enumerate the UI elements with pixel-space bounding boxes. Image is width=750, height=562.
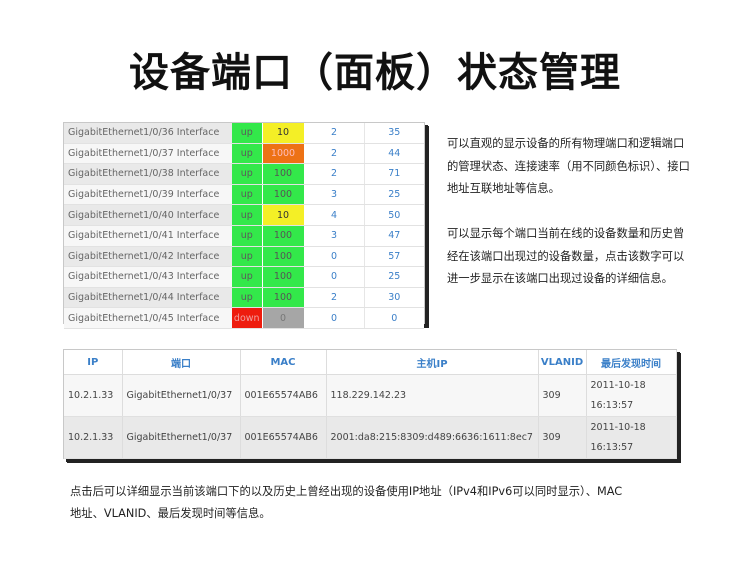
history-device-count-link[interactable]: 35 — [363, 123, 424, 144]
cell-status: up — [232, 287, 263, 309]
cell-status: down — [232, 307, 263, 329]
cell-status: up — [232, 163, 263, 185]
cell-speed: 100 — [262, 184, 305, 206]
port-description: 可以直观的显示设备的所有物理端口和逻辑端口 的管理状态、连接速率（用不同颜色标识… — [447, 133, 727, 201]
current-device-count-link[interactable]: 3 — [303, 184, 364, 206]
cell-interface: GigabitEthernet1/0/43 Interface — [64, 266, 232, 288]
cell-interface: GigabitEthernet1/0/36 Interface — [64, 123, 232, 144]
device-count-description: 可以显示每个端口当前在线的设备数量和历史曾 经在该端口出现过的设备数量，点击该数… — [447, 223, 727, 291]
table-row[interactable]: 10.2.1.33 GigabitEthernet1/0/37 001E6557… — [64, 374, 677, 417]
table-row[interactable]: GigabitEthernet1/0/36 Interface up 10 2 35 — [64, 123, 424, 144]
column-header-mac[interactable]: MAC — [240, 350, 327, 375]
cell-port: GigabitEthernet1/0/37 — [122, 374, 241, 417]
history-device-count-link[interactable]: 50 — [363, 204, 424, 226]
footer-line: 点击后可以详细显示当前该端口下的以及历史上曾经出现的设备使用IP地址（IPv4和… — [70, 485, 623, 498]
current-device-count-link[interactable]: 0 — [303, 266, 364, 288]
cell-status: up — [232, 143, 263, 165]
cell-interface: GigabitEthernet1/0/45 Interface — [64, 307, 232, 329]
current-device-count-link[interactable]: 2 — [303, 143, 364, 165]
port-status-panel: GigabitEthernet1/0/36 Interface up 10 2 35 Gi… — [63, 122, 425, 329]
table-row[interactable]: GigabitEthernet1/0/41 Interface up 100 3 47 — [64, 225, 424, 247]
device-detail-table: IP 端口 MAC 主机IP VLANID 最后发现时间 10.2.1.33 G… — [64, 350, 677, 459]
cell-status: up — [232, 246, 263, 268]
cell-vlanid: 309 — [538, 374, 587, 417]
current-device-count-link[interactable]: 2 — [303, 287, 364, 309]
cell-speed: 1000 — [262, 143, 305, 165]
history-device-count-link[interactable]: 44 — [363, 143, 424, 165]
desc-line: 可以直观的显示设备的所有物理端口和逻辑端口 — [447, 137, 685, 150]
table-row[interactable]: GigabitEthernet1/0/43 Interface up 100 0 25 — [64, 266, 424, 288]
cell-status: up — [232, 225, 263, 247]
column-header-vlanid[interactable]: VLANID — [538, 350, 587, 375]
cell-last-seen: 2011-10-18 16:13:57 — [586, 374, 677, 417]
current-device-count-link[interactable]: 2 — [303, 123, 364, 144]
footer-description: 点击后可以详细显示当前该端口下的以及历史上曾经出现的设备使用IP地址（IPv4和… — [70, 481, 690, 525]
cell-interface: GigabitEthernet1/0/44 Interface — [64, 287, 232, 309]
cell-speed: 100 — [262, 225, 305, 247]
cell-ip: 10.2.1.33 — [64, 374, 123, 417]
history-device-count-link[interactable]: 30 — [363, 287, 424, 309]
cell-ip: 10.2.1.33 — [64, 416, 123, 459]
current-device-count-link[interactable]: 0 — [303, 307, 364, 329]
table-row[interactable]: GigabitEthernet1/0/45 Interface down 0 0 0 — [64, 307, 424, 329]
current-device-count-link[interactable]: 2 — [303, 163, 364, 185]
history-device-count-link[interactable]: 25 — [363, 266, 424, 288]
cell-interface: GigabitEthernet1/0/39 Interface — [64, 184, 232, 206]
cell-status: up — [232, 184, 263, 206]
cell-speed: 100 — [262, 287, 305, 309]
table-row[interactable]: GigabitEthernet1/0/38 Interface up 100 2 71 — [64, 163, 424, 185]
table-row[interactable]: GigabitEthernet1/0/39 Interface up 100 3 25 — [64, 184, 424, 206]
cell-last-seen: 2011-10-18 16:13:57 — [586, 416, 677, 459]
cell-speed: 10 — [262, 123, 305, 144]
history-device-count-link[interactable]: 25 — [363, 184, 424, 206]
desc-line: 进一步显示在该端口出现过设备的详细信息。 — [447, 272, 673, 285]
cell-speed: 100 — [262, 246, 305, 268]
cell-speed: 100 — [262, 266, 305, 288]
desc-line: 的管理状态、连接速率（用不同颜色标识）、接口 — [447, 159, 690, 173]
table-row[interactable]: 10.2.1.33 GigabitEthernet1/0/37 001E6557… — [64, 416, 677, 459]
cell-speed: 100 — [262, 163, 305, 185]
cell-interface: GigabitEthernet1/0/38 Interface — [64, 163, 232, 185]
table-row[interactable]: GigabitEthernet1/0/42 Interface up 100 0 57 — [64, 246, 424, 268]
cell-interface: GigabitEthernet1/0/40 Interface — [64, 204, 232, 226]
table-row[interactable]: GigabitEthernet1/0/37 Interface up 1000 2 44 — [64, 143, 424, 165]
cell-speed: 10 — [262, 204, 305, 226]
cell-interface: GigabitEthernet1/0/41 Interface — [64, 225, 232, 247]
cell-host-ip: 118.229.142.23 — [326, 374, 539, 417]
history-device-count-link[interactable]: 71 — [363, 163, 424, 185]
desc-line: 地址互联地址等信息。 — [447, 182, 560, 195]
column-header-host-ip[interactable]: 主机IP — [326, 350, 539, 375]
column-header-port[interactable]: 端口 — [122, 350, 241, 375]
history-device-count-link[interactable]: 47 — [363, 225, 424, 247]
column-header-ip[interactable]: IP — [64, 350, 123, 375]
cell-status: up — [232, 204, 263, 226]
column-header-last-seen[interactable]: 最后发现时间 — [586, 350, 677, 375]
cell-vlanid: 309 — [538, 416, 587, 459]
current-device-count-link[interactable]: 0 — [303, 246, 364, 268]
desc-line: 可以显示每个端口当前在线的设备数量和历史曾 — [447, 227, 685, 240]
cell-status: up — [232, 123, 263, 144]
page-title: 设备端口（面板）状态管理 — [129, 50, 621, 96]
footer-line: 地址、VLANID、最后发现时间等信息。 — [70, 507, 271, 520]
cell-interface: GigabitEthernet1/0/37 Interface — [64, 143, 232, 165]
table-row[interactable]: GigabitEthernet1/0/40 Interface up 10 4 50 — [64, 204, 424, 226]
current-device-count-link[interactable]: 4 — [303, 204, 364, 226]
cell-port: GigabitEthernet1/0/37 — [122, 416, 241, 459]
cell-status: up — [232, 266, 263, 288]
cell-speed: 0 — [262, 307, 305, 329]
history-device-count-link[interactable]: 57 — [363, 246, 424, 268]
cell-interface: GigabitEthernet1/0/42 Interface — [64, 246, 232, 268]
current-device-count-link[interactable]: 3 — [303, 225, 364, 247]
history-device-count-link[interactable]: 0 — [363, 307, 424, 329]
cell-mac: 001E65574AB6 — [240, 416, 327, 459]
cell-host-ip: 2001:da8:215:8309:d489:6636:1611:8ec7 — [326, 416, 539, 459]
desc-line: 经在该端口出现过的设备数量，点击该数字可以 — [447, 249, 685, 263]
device-detail-panel: IP 端口 MAC 主机IP VLANID 最后发现时间 10.2.1.33 G… — [63, 349, 677, 459]
table-row[interactable]: GigabitEthernet1/0/44 Interface up 100 2 30 — [64, 287, 424, 309]
port-status-table: GigabitEthernet1/0/36 Interface up 10 2 35 Gi… — [64, 123, 424, 329]
table-header-row: IP 端口 MAC 主机IP VLANID 最后发现时间 — [64, 350, 677, 375]
cell-mac: 001E65574AB6 — [240, 374, 327, 417]
